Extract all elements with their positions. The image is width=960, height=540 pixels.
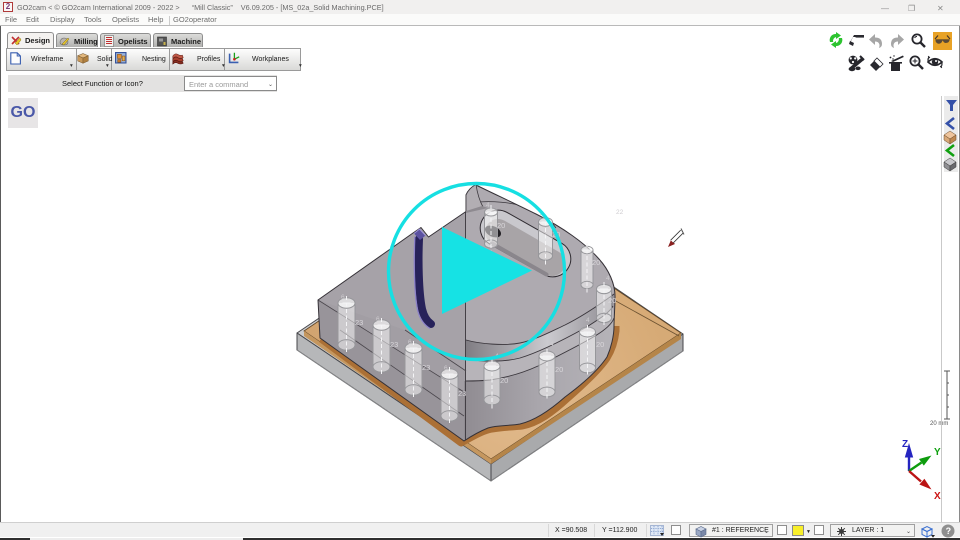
svg-text:?: ? xyxy=(946,526,952,536)
